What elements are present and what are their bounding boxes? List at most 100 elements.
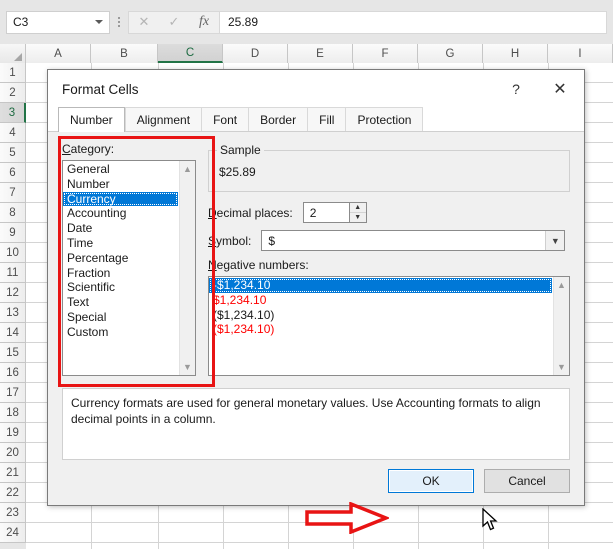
negative-number-item-1[interactable]: -$1,234.10	[209, 278, 552, 293]
category-listbox[interactable]: General Number Currency Accounting Date Time P…	[62, 160, 196, 376]
category-item-time[interactable]: Time	[63, 236, 178, 251]
name-box-value: C3	[13, 15, 29, 29]
column-header-d[interactable]: D	[223, 44, 288, 63]
row-header-12[interactable]: 12	[0, 283, 26, 303]
row-header-11[interactable]: 11	[0, 263, 26, 283]
decimal-places-label: Decimal places:	[208, 205, 293, 220]
row-header-18[interactable]: 18	[0, 403, 26, 423]
row-header-14[interactable]: 14	[0, 323, 26, 343]
category-item-accounting[interactable]: Accounting	[63, 206, 178, 221]
row-header-8[interactable]: 8	[0, 203, 26, 223]
row-header-1[interactable]: 1	[0, 63, 26, 83]
tab-alignment[interactable]: Alignment	[124, 107, 202, 131]
category-item-date[interactable]: Date	[63, 221, 178, 236]
tab-font[interactable]: Font	[201, 107, 249, 131]
tab-border[interactable]: Border	[248, 107, 308, 131]
decimal-places-spinner-buttons[interactable]: ▲ ▼	[348, 203, 366, 222]
decimal-places-value[interactable]: 2	[304, 206, 349, 220]
category-item-special[interactable]: Special	[63, 310, 178, 325]
close-icon[interactable]: ✕	[540, 70, 580, 108]
scroll-down-icon[interactable]: ▼	[180, 359, 195, 375]
row-header-23[interactable]: 23	[0, 503, 26, 523]
symbol-value: $	[268, 233, 276, 248]
scroll-up-icon[interactable]: ▲	[554, 277, 569, 293]
row-header-6[interactable]: 6	[0, 163, 26, 183]
category-item-custom[interactable]: Custom	[63, 325, 178, 340]
column-header-b[interactable]: B	[91, 44, 158, 63]
formula-bar-row: C3 ✕ ✓ fx 25.89	[0, 0, 613, 44]
select-all-corner[interactable]	[0, 44, 26, 63]
row-header-17[interactable]: 17	[0, 383, 26, 403]
column-header-e[interactable]: E	[288, 44, 353, 63]
negative-list-scrollbar[interactable]: ▲ ▼	[553, 277, 569, 375]
column-header-a[interactable]: A	[26, 44, 91, 63]
name-box[interactable]: C3	[6, 10, 110, 34]
row-header-20[interactable]: 20	[0, 443, 26, 463]
row-header-2[interactable]: 2	[0, 83, 26, 103]
negative-numbers-label: Negative numbers:	[208, 258, 309, 272]
chevron-down-icon[interactable]	[95, 20, 103, 24]
row-header-22[interactable]: 22	[0, 483, 26, 503]
negative-numbers-listbox[interactable]: -$1,234.10 $1,234.10 ($1,234.10) ($1,234.10…	[208, 276, 570, 376]
cancel-x-icon[interactable]: ✕	[129, 12, 159, 33]
formula-input[interactable]: 25.89	[219, 10, 607, 34]
sample-value: $25.89	[219, 165, 256, 179]
spinner-down-icon[interactable]: ▼	[350, 213, 366, 222]
scroll-down-icon[interactable]: ▼	[554, 359, 569, 375]
ok-button[interactable]: OK	[388, 469, 474, 493]
help-icon[interactable]: ?	[496, 70, 536, 108]
cancel-button[interactable]: Cancel	[484, 469, 570, 493]
dialog-tabstrip: Number Alignment Font Border Fill Protection	[48, 107, 584, 132]
column-header-h[interactable]: H	[483, 44, 548, 63]
row-header-4[interactable]: 4	[0, 123, 26, 143]
tab-fill[interactable]: Fill	[307, 107, 346, 131]
fx-icon[interactable]: fx	[189, 12, 219, 33]
format-description: Currency formats are used for general mo…	[62, 388, 570, 460]
tab-protection[interactable]: Protection	[345, 107, 424, 131]
category-item-general[interactable]: General	[63, 162, 178, 177]
category-item-currency[interactable]: Currency	[63, 191, 178, 207]
formula-bar-buttons: ✕ ✓ fx	[128, 10, 219, 34]
category-list-scrollbar[interactable]: ▲ ▼	[179, 161, 195, 375]
category-item-fraction[interactable]: Fraction	[63, 266, 178, 281]
decimal-places-stepper[interactable]: 2 ▲ ▼	[302, 202, 367, 223]
category-item-scientific[interactable]: Scientific	[63, 280, 178, 295]
dialog-title: Format Cells	[62, 81, 139, 97]
row-header-10[interactable]: 10	[0, 243, 26, 263]
row-header-9[interactable]: 9	[0, 223, 26, 243]
chevron-down-icon[interactable]: ▼	[545, 231, 565, 250]
negative-number-item-4[interactable]: ($1,234.10)	[209, 322, 552, 337]
symbol-row: Symbol: $ ▼	[208, 230, 566, 251]
row-header-16[interactable]: 16	[0, 363, 26, 383]
tab-number[interactable]: Number	[58, 107, 125, 132]
column-header-i[interactable]: I	[548, 44, 613, 63]
row-header-13[interactable]: 13	[0, 303, 26, 323]
dialog-body: Category: General Number Currency Accountin…	[48, 132, 584, 505]
excel-window: C3 ✕ ✓ fx 25.89 ABCDEFGHI 1 2 3 4 5 6 7 8 9 10 11 1…	[0, 0, 613, 549]
row-header-15[interactable]: 15	[0, 343, 26, 363]
check-icon[interactable]: ✓	[159, 12, 189, 33]
sample-legend: Sample	[217, 143, 264, 157]
scroll-up-icon[interactable]: ▲	[180, 161, 195, 177]
row-header-5[interactable]: 5	[0, 143, 26, 163]
column-header-row: ABCDEFGHI	[0, 44, 613, 63]
category-label: Category:	[62, 142, 115, 156]
spinner-up-icon[interactable]: ▲	[349, 203, 366, 213]
row-header-19[interactable]: 19	[0, 423, 26, 443]
category-item-number[interactable]: Number	[63, 177, 178, 192]
row-header-3[interactable]: 3	[0, 103, 26, 123]
row-header-column: 1 2 3 4 5 6 7 8 9 10 11 12 13 14 15 16 17 18 19 20 21 22 23 24	[0, 63, 26, 549]
column-header-g[interactable]: G	[418, 44, 483, 63]
row-header-7[interactable]: 7	[0, 183, 26, 203]
negative-number-item-3[interactable]: ($1,234.10)	[209, 308, 552, 323]
row-header-24[interactable]: 24	[0, 523, 26, 543]
category-item-percentage[interactable]: Percentage	[63, 251, 178, 266]
column-header-f[interactable]: F	[353, 44, 418, 63]
symbol-combobox[interactable]: $ ▼	[261, 230, 566, 251]
row-header-21[interactable]: 21	[0, 463, 26, 483]
category-item-text[interactable]: Text	[63, 295, 178, 310]
category-label-text: ategory:	[70, 142, 115, 156]
negative-number-item-2[interactable]: $1,234.10	[209, 293, 552, 308]
formula-bar-divider	[112, 11, 126, 33]
column-header-c[interactable]: C	[158, 44, 223, 63]
